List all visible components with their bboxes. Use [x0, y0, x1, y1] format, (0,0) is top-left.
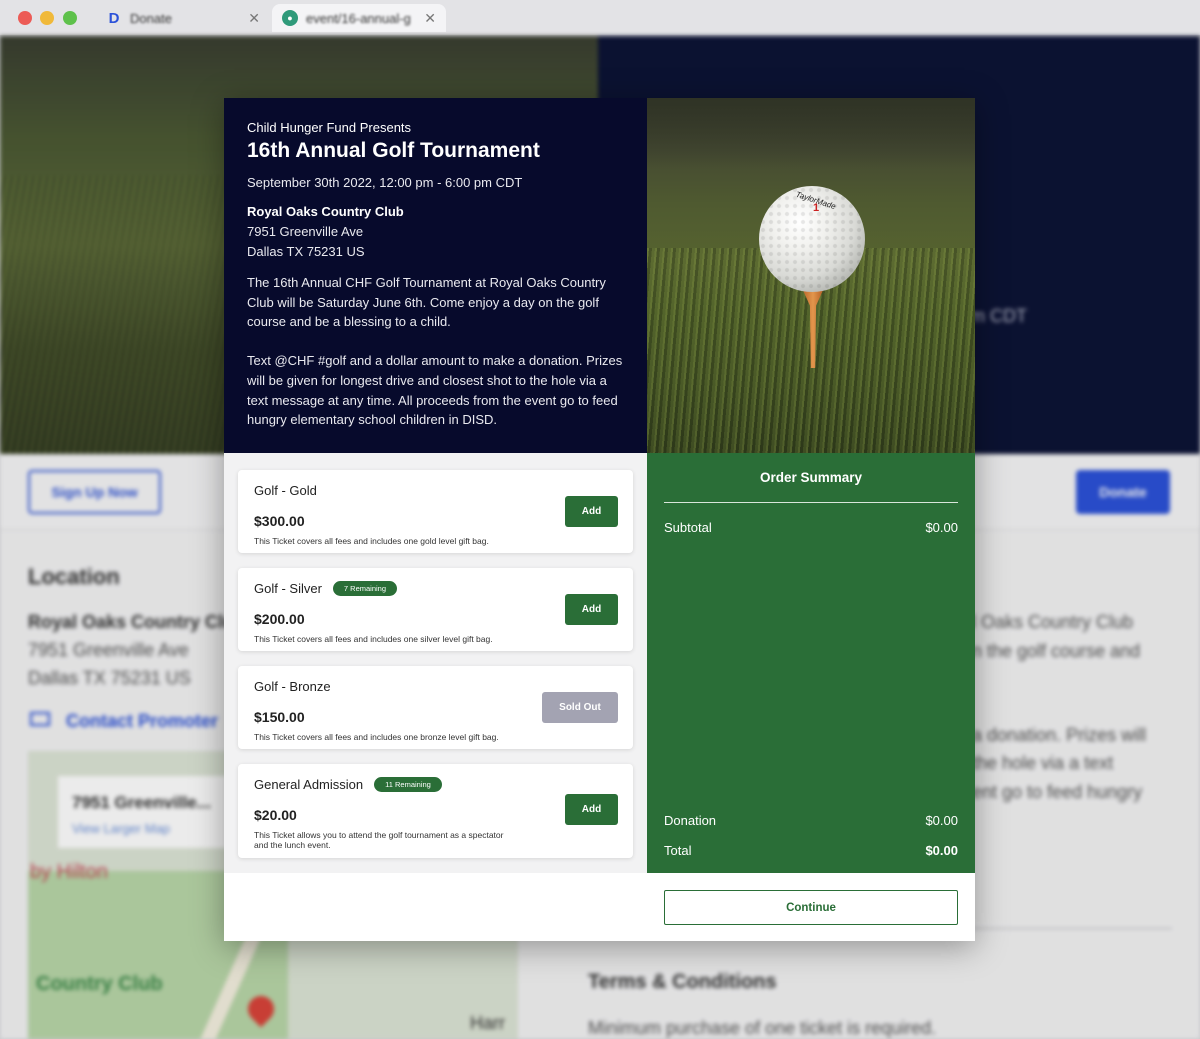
- sold-out-button: Sold Out: [542, 692, 618, 723]
- total-label: Total: [664, 843, 692, 858]
- remaining-badge: 11 Remaining: [374, 777, 442, 792]
- ticket-list: Golf - Gold $300.00 This Ticket covers a…: [224, 453, 647, 873]
- globe-icon: ●: [282, 10, 298, 26]
- close-icon[interactable]: ✕: [248, 10, 260, 27]
- event-description: Text @CHF #golf and a dollar amount to m…: [247, 353, 623, 428]
- close-icon[interactable]: ✕: [424, 10, 436, 27]
- donation-label: Donation: [664, 813, 717, 828]
- event-info-panel: Child Hunger Fund Presents 16th Annual G…: [224, 98, 647, 453]
- event-description: The 16th Annual CHF Golf Tournament at R…: [247, 275, 606, 330]
- ticket-name: Golf - Silver: [254, 581, 322, 596]
- ticket-card-silver: Golf - Silver 7 Remaining $200.00 This T…: [238, 568, 633, 651]
- browser-tab-event[interactable]: ● event/16-annual-g ✕: [272, 4, 446, 32]
- golf-ball-image: TaylorMade 1: [647, 98, 975, 453]
- total-row: Total $0.00: [664, 843, 958, 858]
- minimize-window-button[interactable]: [40, 11, 54, 25]
- continue-button[interactable]: Continue: [664, 890, 958, 925]
- ticket-description: This Ticket covers all fees and includes…: [254, 732, 499, 742]
- donation-value: $0.00: [925, 813, 958, 828]
- subtotal-value: $0.00: [925, 520, 958, 535]
- maximize-window-button[interactable]: [63, 11, 77, 25]
- donation-row: Donation $0.00: [664, 813, 958, 828]
- image-background-blur: [647, 98, 975, 168]
- ticket-card-general-admission: General Admission 11 Remaining $20.00 Th…: [238, 764, 633, 858]
- event-title: 16th Annual Golf Tournament: [247, 139, 540, 162]
- ticket-card-bronze: Golf - Bronze $150.00 This Ticket covers…: [238, 666, 633, 749]
- modal-footer: Continue: [224, 873, 975, 941]
- tab-title: event/16-annual-g: [306, 10, 411, 26]
- add-gold-ticket-button[interactable]: Add: [565, 496, 618, 527]
- ticket-description: This Ticket covers all fees and includes…: [254, 634, 493, 644]
- venue-address-line: 7951 Greenville Ave: [247, 224, 364, 239]
- d-logo-icon: D: [108, 9, 120, 27]
- event-date: September 30th 2022, 12:00 pm - 6:00 pm …: [247, 175, 523, 190]
- venue-name: Royal Oaks Country Club: [247, 204, 404, 219]
- browser-tab-donate[interactable]: D Donate ✕: [96, 4, 270, 32]
- remaining-badge: 7 Remaining: [332, 581, 398, 596]
- divider: [664, 502, 958, 503]
- ticket-name: General Admission: [254, 777, 364, 792]
- ticket-price: $300.00: [254, 513, 305, 529]
- order-summary-title: Order Summary: [759, 470, 863, 485]
- browser-chrome: D Donate ✕ ● event/16-annual-g ✕: [0, 0, 1200, 36]
- ticket-description: This Ticket allows you to attend the gol…: [254, 830, 504, 850]
- ticket-modal: Child Hunger Fund Presents 16th Annual G…: [224, 98, 975, 941]
- tab-title: Donate: [130, 10, 172, 26]
- event-presenter: Child Hunger Fund Presents: [247, 120, 412, 135]
- ticket-description: This Ticket covers all fees and includes…: [254, 536, 489, 546]
- ticket-price: $200.00: [254, 611, 305, 627]
- ticket-price: $20.00: [254, 807, 297, 823]
- venue-address-line: Dallas TX 75231 US: [247, 244, 365, 259]
- ball-number: 1: [813, 202, 820, 214]
- ticket-name: Golf - Gold: [254, 483, 317, 498]
- subtotal-label: Subtotal: [664, 520, 712, 535]
- close-window-button[interactable]: [18, 11, 32, 25]
- ticket-card-gold: Golf - Gold $300.00 This Ticket covers a…: [238, 470, 633, 553]
- order-summary-panel: Order Summary Subtotal $0.00 Donation $0…: [647, 453, 975, 873]
- add-general-admission-button[interactable]: Add: [565, 794, 618, 825]
- ticket-name: Golf - Bronze: [254, 679, 331, 694]
- subtotal-row: Subtotal $0.00: [664, 520, 958, 535]
- total-value: $0.00: [925, 843, 958, 858]
- add-silver-ticket-button[interactable]: Add: [565, 594, 618, 625]
